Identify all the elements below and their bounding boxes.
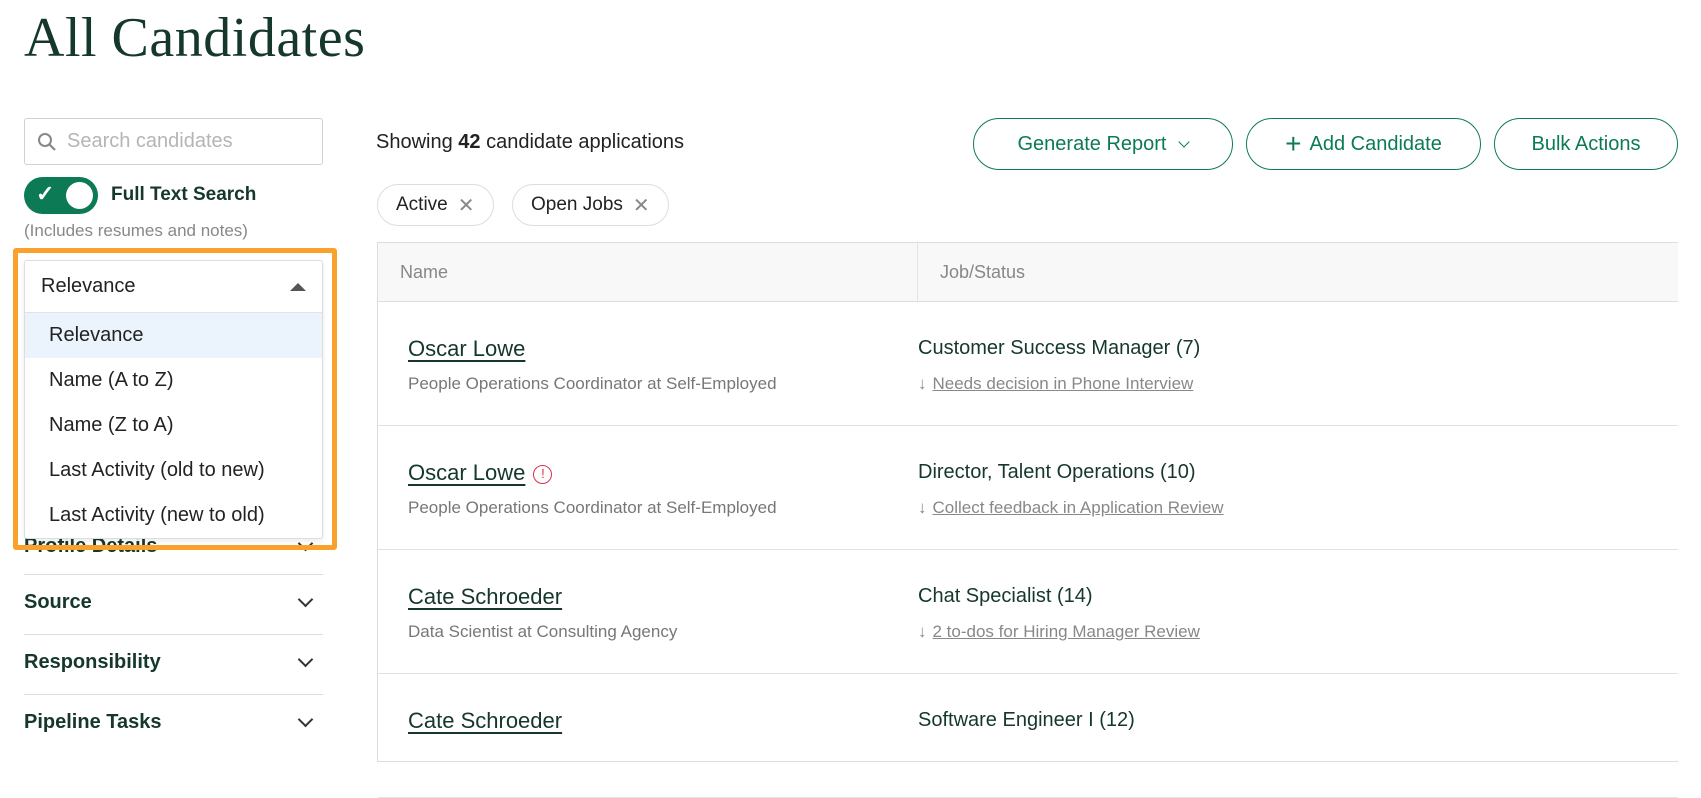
close-icon[interactable]: ✕ [458,193,475,218]
status: ↓ Collect feedback in Application Review [918,498,1224,518]
arrow-down-icon: ↓ [918,498,927,517]
job-title: Software Engineer I (12) [918,709,1135,731]
alert-icon: ! [533,465,553,484]
column-header-job-status[interactable]: Job/Status [918,243,1025,301]
sort-option[interactable]: Relevance [25,313,322,358]
chevron-down-icon [1178,136,1191,148]
candidate-subtitle: People Operations Coordinator at Self-Em… [408,374,777,393]
job-title: Director, Talent Operations (10) [918,461,1196,483]
sort-option[interactable]: Last Activity (new to old) [25,493,322,538]
close-icon[interactable]: ✕ [633,193,650,218]
full-text-search-toggle[interactable]: ✓ [24,177,98,214]
status: ↓ 2 to-dos for Hiring Manager Review [918,622,1200,642]
search-box[interactable] [24,118,323,165]
filter-chip-active[interactable]: Active ✕ [377,184,494,226]
candidate-name-link[interactable]: Cate Schroeder [408,584,562,610]
facet-source[interactable]: Source [24,574,323,630]
toggle-knob [66,182,93,209]
table-row: Cate Schroeder Software Engineer I (12) [378,674,1678,798]
chip-label: Open Jobs [531,194,623,215]
facet-label: Pipeline Tasks [24,711,162,733]
job-title: Customer Success Manager (7) [918,337,1201,359]
candidate-name-link[interactable]: Cate Schroeder [408,708,562,734]
table-row: Oscar Lowe People Operations Coordinator … [378,302,1678,426]
status-link[interactable]: Collect feedback in Application Review [933,498,1224,517]
search-icon [38,132,56,151]
status-link[interactable]: 2 to-dos for Hiring Manager Review [933,622,1200,641]
chip-label: Active [396,194,448,215]
results-count: Showing 42 candidate applications [376,131,685,153]
candidate-name-link[interactable]: Oscar Lowe! [408,460,553,486]
status-link[interactable]: Needs decision in Phone Interview [933,374,1194,393]
page-title: All Candidates [24,7,366,69]
candidate-name-link[interactable]: Oscar Lowe [408,336,525,362]
job-title: Chat Specialist (14) [918,585,1093,607]
filter-chip-open-jobs[interactable]: Open Jobs ✕ [512,184,669,226]
table-header: Name Job/Status [378,243,1678,302]
table-row: Oscar Lowe! People Operations Coordinator… [378,426,1678,550]
chevron-down-icon [297,711,314,728]
bulk-actions-button[interactable]: Bulk Actions [1494,118,1678,170]
candidate-subtitle: Data Scientist at Consulting Agency [408,622,678,641]
arrow-down-icon: ↓ [918,622,927,641]
search-input[interactable] [67,130,307,153]
arrow-down-icon: ↓ [918,374,927,393]
sort-option[interactable]: Name (A to Z) [25,358,322,403]
add-candidate-button[interactable]: + Add Candidate [1246,118,1481,170]
caret-up-icon [290,282,306,291]
sort-selected[interactable]: Relevance [25,261,322,313]
button-label: Add Candidate [1309,132,1442,155]
generate-report-button[interactable]: Generate Report [973,118,1233,170]
check-icon: ✓ [36,181,55,206]
button-label: Generate Report [1017,132,1167,155]
status: ↓ Needs decision in Phone Interview [918,374,1193,394]
full-text-search-note: (Includes resumes and notes) [24,221,248,240]
facet-label: Responsibility [24,651,161,673]
candidate-subtitle: People Operations Coordinator at Self-Em… [408,498,777,517]
plus-icon: + [1285,128,1302,159]
candidates-table: Name Job/Status Oscar Lowe People Operati… [377,242,1678,798]
chevron-down-icon [297,591,314,608]
facet-label: Source [24,591,92,613]
table-row: Cate Schroeder Data Scientist at Consulti… [378,550,1678,674]
facet-pipeline-tasks[interactable]: Pipeline Tasks [24,694,323,750]
sort-option[interactable]: Last Activity (old to new) [25,448,322,493]
full-text-search-label: Full Text Search [111,184,257,205]
button-label: Bulk Actions [1531,132,1641,155]
sort-option[interactable]: Name (Z to A) [25,403,322,448]
chevron-down-icon [297,651,314,668]
sort-selected-label: Relevance [41,275,136,297]
sort-dropdown[interactable]: Relevance Relevance Name (A to Z) Name (… [24,260,323,539]
facet-responsibility[interactable]: Responsibility [24,634,323,690]
column-header-name[interactable]: Name [378,243,918,301]
